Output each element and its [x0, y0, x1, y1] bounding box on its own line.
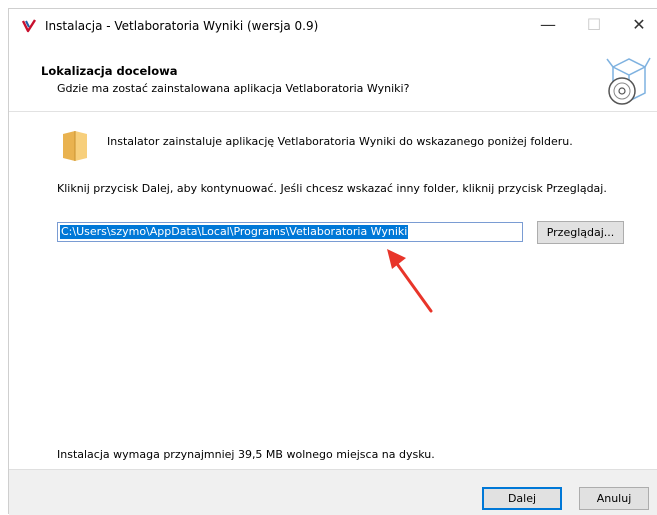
close-button[interactable]: ✕ [616, 9, 657, 43]
cancel-button[interactable]: Anuluj [579, 487, 649, 510]
install-box-disc-icon [606, 57, 651, 105]
page-header: Lokalizacja docelowa Gdzie ma zostać zai… [9, 43, 657, 111]
maximize-button[interactable]: ☐ [571, 9, 617, 43]
page-title: Lokalizacja docelowa [41, 64, 178, 78]
app-logo-icon [21, 19, 37, 33]
install-path-input[interactable]: C:\Users\szymo\AppData\Local\Programs\Ve… [57, 222, 523, 242]
button-bar: Dalej Anuluj [9, 469, 657, 515]
title-bar[interactable]: Instalacja - Vetlaboratoria Wyniki (wers… [9, 9, 657, 43]
install-path-value: C:\Users\szymo\AppData\Local\Programs\Ve… [60, 225, 409, 239]
page-subtitle: Gdzie ma zostać zainstalowana aplikacja … [57, 82, 410, 95]
intro-text: Instalator zainstaluje aplikację Vetlabo… [107, 135, 573, 148]
installer-window: Instalacja - Vetlaboratoria Wyniki (wers… [8, 8, 657, 515]
content-area: Instalator zainstaluje aplikację Vetlabo… [9, 112, 657, 469]
minimize-button[interactable]: — [525, 9, 571, 43]
folder-icon [63, 131, 87, 161]
instruction-text: Kliknij przycisk Dalej, aby kontynuować.… [57, 182, 607, 195]
annotation-arrow-icon [387, 249, 433, 313]
browse-button[interactable]: Przeglądaj... [537, 221, 624, 244]
next-button[interactable]: Dalej [482, 487, 562, 510]
window-title: Instalacja - Vetlaboratoria Wyniki (wers… [45, 19, 319, 33]
disk-space-note: Instalacja wymaga przynajmniej 39,5 MB w… [57, 448, 435, 461]
